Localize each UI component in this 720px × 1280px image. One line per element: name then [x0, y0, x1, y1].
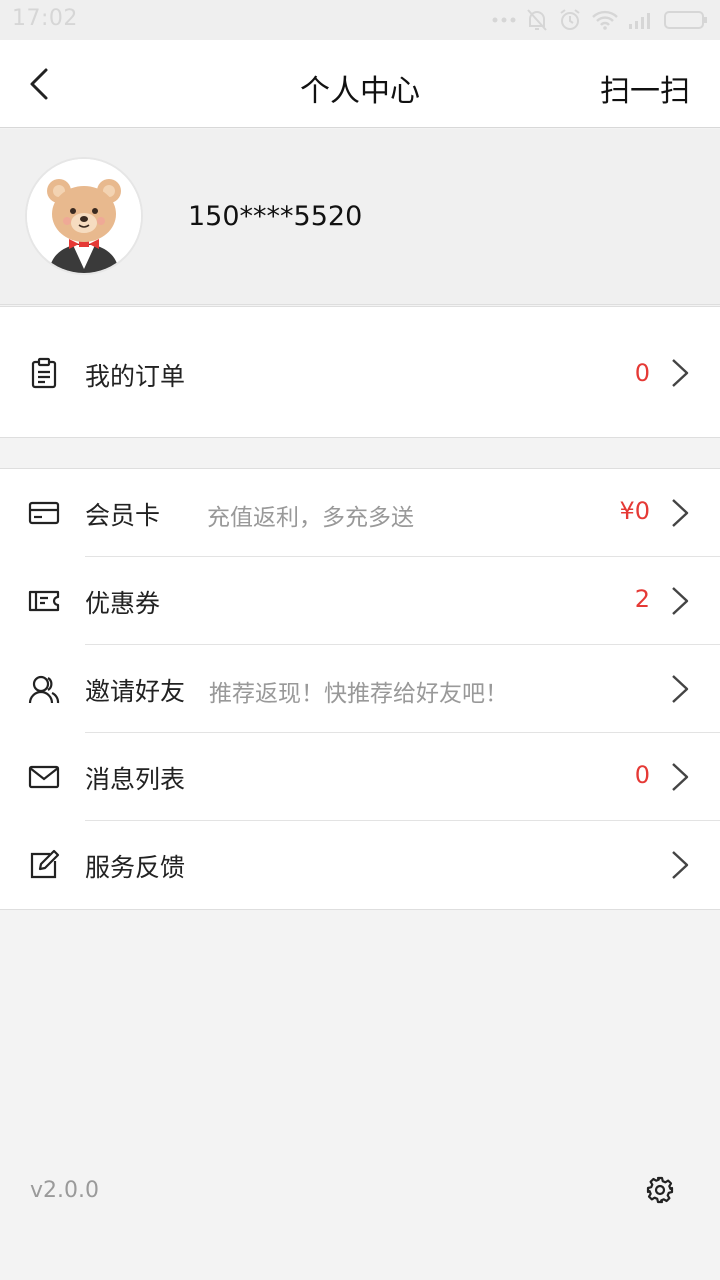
orders-label: 我的订单: [85, 362, 186, 391]
chevron-right-icon: [672, 851, 689, 879]
feedback-label: 服务反馈: [85, 853, 186, 882]
bear-avatar-icon: [27, 159, 141, 273]
menu-group: 会员卡 充值返利，多充多送 ¥0 优惠券 2 邀请好友 推荐返现！快推荐给好友吧…: [0, 468, 720, 910]
back-button[interactable]: [22, 64, 62, 104]
orders-group: 我的订单 0: [0, 306, 720, 438]
scan-button[interactable]: 扫一扫: [600, 66, 690, 110]
settings-button[interactable]: [646, 1176, 674, 1204]
clipboard-icon: [31, 357, 57, 389]
status-bar: 17:02: [0, 0, 720, 40]
more-dots-icon: [492, 17, 516, 23]
menu-item-orders[interactable]: 我的订单 0: [0, 307, 720, 437]
orders-count: 0: [634, 359, 650, 387]
alarm-icon: [560, 9, 580, 30]
menu-item-feedback[interactable]: 服务反馈: [0, 821, 720, 909]
avatar[interactable]: [25, 157, 143, 275]
chevron-right-icon: [672, 587, 689, 615]
messages-label: 消息列表: [85, 765, 186, 794]
mail-icon: [28, 765, 60, 789]
chevron-right-icon: [672, 675, 689, 703]
chevron-right-icon: [672, 359, 689, 387]
ticket-icon: [28, 590, 60, 612]
signal-icon: [629, 13, 650, 29]
invite-label: 邀请好友: [85, 677, 186, 706]
bell-off-icon: [527, 9, 547, 31]
wifi-icon: [592, 10, 618, 30]
member-card-subtitle: 充值返利，多充多送: [207, 505, 414, 531]
coupons-label: 优惠券: [85, 589, 161, 618]
battery-icon: [664, 11, 707, 29]
menu-item-invite[interactable]: 邀请好友 推荐返现！快推荐给好友吧！: [0, 645, 720, 733]
app-version: v2.0.0: [30, 1178, 99, 1203]
menu-item-member-card[interactable]: 会员卡 充值返利，多充多送 ¥0: [0, 469, 720, 557]
status-time: 17:02: [12, 6, 78, 31]
member-card-balance: ¥0: [619, 497, 650, 525]
chevron-right-icon: [672, 499, 689, 527]
menu-item-coupons[interactable]: 优惠券 2: [0, 557, 720, 645]
status-icons: [492, 6, 708, 34]
coupons-count: 2: [634, 585, 650, 613]
messages-count: 0: [634, 761, 650, 789]
chevron-right-icon: [672, 763, 689, 791]
user-phone: 150****5520: [188, 201, 363, 232]
header-bar: 个人中心 扫一扫: [0, 40, 720, 128]
users-icon: [28, 675, 60, 704]
invite-subtitle: 推荐返现！快推荐给好友吧！: [209, 681, 508, 707]
edit-icon: [30, 849, 60, 879]
back-arrow-icon: [30, 68, 48, 100]
member-card-label: 会员卡: [85, 501, 161, 530]
menu-item-messages[interactable]: 消息列表 0: [0, 733, 720, 821]
profile-section: 150****5520: [0, 129, 720, 305]
gear-icon: [646, 1176, 674, 1204]
card-icon: [28, 501, 60, 525]
